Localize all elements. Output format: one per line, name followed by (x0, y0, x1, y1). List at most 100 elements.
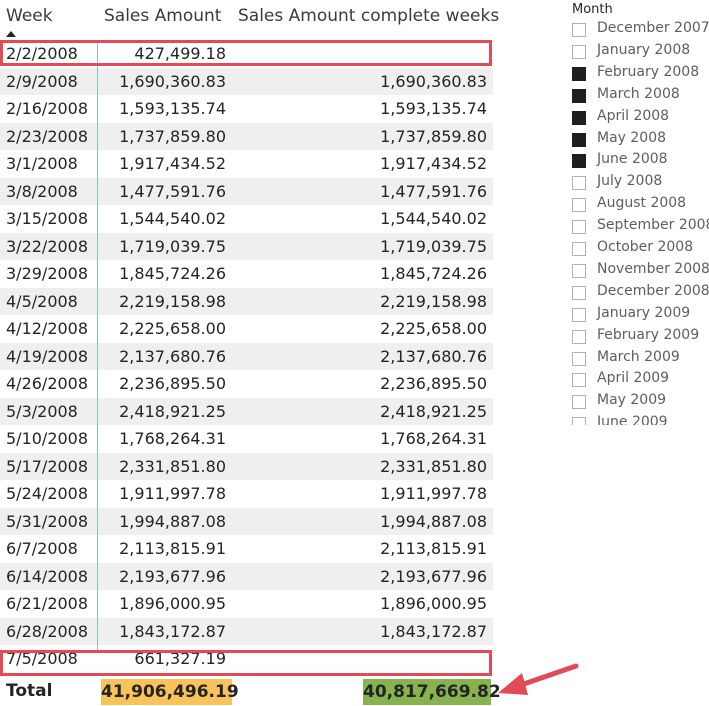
highlight-box-last-week (0, 650, 492, 676)
table-row[interactable]: 2/9/2008 1,690,360.83 1,690,360.83 (0, 67, 493, 95)
cell-sales-amount: 1,719,039.75 (119, 236, 226, 256)
cell-week: 5/31/2008 (6, 511, 89, 531)
table-row[interactable]: 3/15/2008 1,544,540.02 1,544,540.02 (0, 205, 493, 233)
cell-week: 3/15/2008 (6, 209, 89, 228)
cell-sales-amount: 1,737,859.80 (119, 126, 226, 146)
slicer-item-label: October 2008 (597, 239, 694, 255)
cell-week: 3/29/2008 (6, 264, 89, 283)
checkbox-unchecked-icon[interactable] (572, 329, 586, 344)
cell-sales-amount-complete-weeks: 1,737,859.80 (380, 126, 487, 146)
checkbox-unchecked-icon[interactable] (572, 176, 586, 191)
cell-sales-amount: 2,331,851.80 (119, 456, 226, 476)
checkbox-checked-icon[interactable] (572, 110, 586, 125)
checkbox-unchecked-icon[interactable] (572, 373, 586, 388)
cell-sales-amount-complete-weeks: 1,477,591.76 (380, 181, 487, 201)
cell-week: 4/19/2008 (6, 346, 89, 366)
column-header-week[interactable]: Week (0, 0, 97, 40)
table-row[interactable]: 4/12/2008 2,225,658.00 2,225,658.00 (0, 315, 493, 343)
checkbox-unchecked-icon[interactable] (572, 198, 586, 213)
checkbox-unchecked-icon[interactable] (572, 285, 586, 300)
cell-sales-amount-complete-weeks: 2,113,815.91 (380, 539, 487, 558)
column-header-sales-amount[interactable]: Sales Amount (98, 0, 228, 40)
checkbox-unchecked-icon[interactable] (572, 23, 586, 37)
table-row[interactable]: 5/17/2008 2,331,851.80 2,331,851.80 (0, 452, 493, 480)
table-row[interactable]: 3/29/2008 1,845,724.26 1,845,724.26 (0, 260, 493, 288)
table-body: 2/2/2008 427,499.18 2/9/2008 1,690,360.83 1,… (0, 40, 493, 673)
cell-sales-amount-complete-weeks: 1,896,000.95 (380, 594, 487, 613)
cell-sales-amount-complete-weeks: 1,768,264.31 (380, 429, 487, 448)
cell-sales-amount: 2,219,158.98 (119, 291, 226, 311)
table-row[interactable]: 6/14/2008 2,193,677.96 2,193,677.96 (0, 562, 493, 590)
table-row[interactable]: 3/1/2008 1,917,434.52 1,917,434.52 (0, 150, 493, 178)
checkbox-unchecked-icon[interactable] (572, 44, 586, 59)
checkbox-checked-icon[interactable] (572, 154, 586, 169)
cell-sales-amount-complete-weeks: 1,593,135.74 (380, 99, 487, 118)
cell-week: 6/28/2008 (6, 621, 89, 641)
table-row[interactable]: 4/26/2008 2,236,895.50 2,236,895.50 (0, 370, 493, 398)
slicer-item-label: November 2008 (597, 260, 709, 277)
table-row[interactable]: 5/10/2008 1,768,264.31 1,768,264.31 (0, 425, 493, 453)
checkbox-unchecked-icon[interactable] (572, 307, 586, 322)
table-row[interactable]: 2/23/2008 1,737,859.80 1,737,859.80 (0, 122, 493, 150)
total-label: Total (6, 681, 53, 701)
checkbox-unchecked-icon[interactable] (572, 417, 586, 425)
checkbox-unchecked-icon[interactable] (572, 242, 586, 256)
cell-week: 6/7/2008 (6, 539, 78, 558)
cell-sales-amount: 2,236,895.50 (119, 374, 226, 393)
slicer-item-label: September 2008 (597, 217, 709, 234)
cell-sales-amount-complete-weeks: 1,544,540.02 (380, 209, 487, 228)
checkbox-checked-icon[interactable] (572, 66, 586, 81)
cell-sales-amount-complete-weeks: 2,193,677.96 (380, 566, 487, 586)
cell-week: 2/16/2008 (6, 99, 89, 118)
cell-sales-amount: 1,917,434.52 (119, 154, 226, 173)
column-header-label: Sales Amount (104, 6, 222, 26)
column-divider (97, 40, 98, 650)
checkbox-checked-icon[interactable] (572, 132, 586, 147)
cell-sales-amount-complete-weeks: 1,690,360.83 (380, 71, 487, 91)
cell-week: 3/1/2008 (6, 154, 78, 173)
table-row[interactable]: 6/21/2008 1,896,000.95 1,896,000.95 (0, 590, 493, 618)
table-row[interactable]: 2/16/2008 1,593,135.74 1,593,135.74 (0, 95, 493, 123)
checkbox-unchecked-icon[interactable] (572, 220, 586, 235)
total-row: Total 41,906,496.19 40,817,669.82 (0, 678, 501, 706)
table-row[interactable]: 6/7/2008 2,113,815.91 2,113,815.91 (0, 535, 493, 563)
table-row[interactable]: 3/22/2008 1,719,039.75 1,719,039.75 (0, 232, 493, 260)
cell-sales-amount: 1,544,540.02 (119, 209, 226, 228)
cell-sales-amount-complete-weeks: 2,418,921.25 (380, 401, 487, 421)
cell-week: 3/8/2008 (6, 181, 78, 201)
slicer-title: Month (572, 2, 613, 17)
checkbox-unchecked-icon[interactable] (572, 263, 586, 278)
cell-sales-amount: 2,137,680.76 (119, 346, 226, 366)
cell-sales-amount-complete-weeks: 2,331,851.80 (380, 456, 487, 476)
table-row[interactable]: 3/8/2008 1,477,591.76 1,477,591.76 (0, 177, 493, 205)
slicer-item-label: June 2009 (597, 414, 668, 425)
cell-sales-amount-complete-weeks: 2,219,158.98 (380, 291, 487, 311)
checkbox-checked-icon[interactable] (572, 88, 586, 103)
table-row[interactable]: 4/19/2008 2,137,680.76 2,137,680.76 (0, 342, 493, 370)
column-header-sales-amount-complete-weeks[interactable]: Sales Amount complete weeks (232, 0, 499, 40)
cell-sales-amount-complete-weeks: 1,843,172.87 (380, 621, 487, 641)
total-sales-amount: 41,906,496.19 (101, 679, 239, 705)
cell-sales-amount: 1,690,360.83 (119, 71, 226, 91)
cell-sales-amount: 1,994,887.08 (119, 511, 226, 531)
cell-week: 4/5/2008 (6, 291, 78, 311)
cell-sales-amount: 2,225,658.00 (119, 319, 226, 338)
cell-week: 6/14/2008 (6, 566, 89, 586)
month-slicer: Month December 2007 January 2008 February … (572, 0, 709, 425)
table-row[interactable]: 5/24/2008 1,911,997.78 1,911,997.78 (0, 480, 493, 508)
checkbox-unchecked-icon[interactable] (572, 395, 586, 410)
cell-sales-amount: 2,113,815.91 (119, 539, 226, 558)
table-row[interactable]: 4/5/2008 2,219,158.98 2,219,158.98 (0, 287, 493, 315)
sort-ascending-icon (6, 31, 16, 37)
cell-sales-amount-complete-weeks: 1,917,434.52 (380, 154, 487, 173)
table-row[interactable]: 5/31/2008 1,994,887.08 1,994,887.08 (0, 507, 493, 535)
cell-sales-amount: 1,593,135.74 (119, 99, 226, 118)
table-row[interactable]: 5/3/2008 2,418,921.25 2,418,921.25 (0, 397, 493, 425)
slicer-item-label: March 2009 (597, 348, 680, 365)
slicer-item-label: May 2009 (597, 392, 667, 409)
cell-week: 5/10/2008 (6, 429, 89, 448)
checkbox-unchecked-icon[interactable] (572, 351, 586, 366)
table-row[interactable]: 6/28/2008 1,843,172.87 1,843,172.87 (0, 617, 493, 645)
cell-sales-amount: 1,896,000.95 (119, 594, 226, 613)
cell-sales-amount-complete-weeks: 2,236,895.50 (380, 374, 487, 393)
